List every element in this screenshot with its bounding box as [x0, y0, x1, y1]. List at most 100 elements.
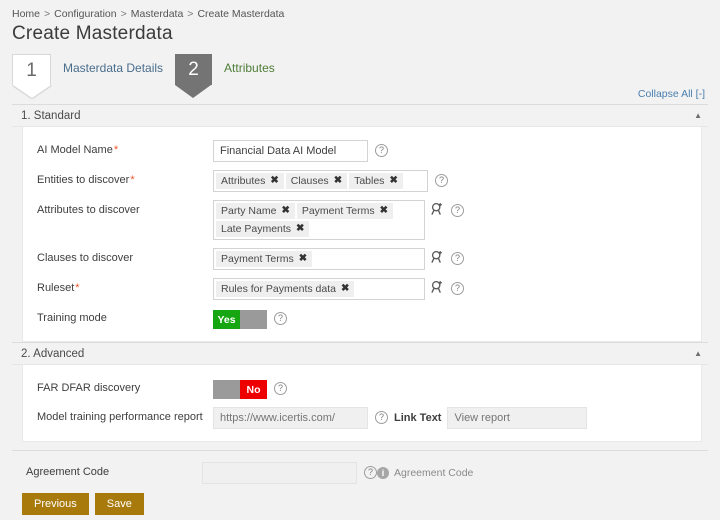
field-label-text: Entities to discover: [37, 174, 129, 186]
form-row: Clauses to discover Payment Terms ✖?: [23, 244, 701, 274]
field-label: FAR DFAR discovery: [23, 378, 213, 396]
help-icon[interactable]: ?: [274, 312, 287, 325]
field-control: Attributes ✖ Clauses ✖ Tables ✖?: [213, 170, 701, 192]
tag-input[interactable]: Party Name ✖ Payment Terms ✖ Late Payments ✖: [213, 200, 425, 240]
tag-chip: Rules for Payments data ✖: [216, 281, 354, 297]
form-row: Training mode Yes?: [23, 304, 701, 333]
section: 1. Standard▲AI Model Name*?Entities to d…: [12, 104, 708, 342]
save-button[interactable]: Save: [95, 493, 144, 515]
magnifier-plus-icon[interactable]: [431, 280, 444, 294]
form-row: Entities to discover* Attributes ✖ Clauses ✖…: [23, 166, 701, 196]
tag-input[interactable]: Rules for Payments data ✖: [213, 278, 425, 300]
tag-chip: Payment Terms ✖: [297, 203, 393, 219]
toggle-wrapper: No: [213, 378, 267, 399]
field-label-text: Training mode: [37, 312, 107, 324]
help-icon[interactable]: ?: [375, 144, 388, 157]
section-body: FAR DFAR discovery No? Model training perf…: [22, 365, 702, 442]
form-row: Ruleset* Rules for Payments data ✖?: [23, 274, 701, 304]
section-body: AI Model Name*?Entities to discover*Attr…: [22, 127, 702, 342]
section-header[interactable]: 1. Standard ▲: [12, 104, 708, 127]
field-control: Rules for Payments data ✖?: [213, 278, 701, 300]
breadcrumb-separator: >: [44, 8, 50, 20]
sections-container: 1. Standard▲AI Model Name*?Entities to d…: [12, 104, 708, 442]
required-asterisk: *: [75, 282, 79, 294]
tag-input[interactable]: Attributes ✖ Clauses ✖ Tables ✖: [213, 170, 428, 192]
field-label-text: Attributes to discover: [37, 204, 140, 216]
breadcrumb-item[interactable]: Home: [12, 8, 40, 20]
tag-remove-icon[interactable]: ✖: [380, 203, 388, 219]
magnifier-plus-icon[interactable]: [431, 250, 444, 264]
tag-remove-icon[interactable]: ✖: [299, 251, 307, 267]
field-label: AI Model Name*: [23, 140, 213, 158]
wizard-step-2[interactable]: 2Attributes: [175, 54, 287, 85]
collapse-all-row: Collapse All [-]: [12, 88, 708, 104]
tag-remove-icon[interactable]: ✖: [270, 173, 278, 189]
toggle-off-label: No: [240, 380, 267, 399]
tag-input[interactable]: Payment Terms ✖: [213, 248, 425, 270]
field-label-text: Clauses to discover: [37, 252, 133, 264]
wizard-step-1[interactable]: 1Masterdata Details: [12, 54, 175, 85]
help-icon[interactable]: ?: [451, 204, 464, 217]
tag-label: Payment Terms: [302, 203, 375, 219]
tag-remove-icon[interactable]: ✖: [281, 203, 289, 219]
field-label-text: Model training performance report: [37, 411, 203, 423]
section: 2. Advanced▲ FAR DFAR discovery No? Model t…: [12, 342, 708, 442]
toggle-switch[interactable]: No: [213, 380, 267, 399]
required-asterisk: *: [114, 144, 118, 156]
toggle-on-label: [213, 380, 240, 399]
tag-chip: Late Payments ✖: [216, 221, 309, 237]
link-text-label: Link Text: [388, 407, 447, 424]
help-icon[interactable]: ?: [274, 382, 287, 395]
tag-remove-icon[interactable]: ✖: [341, 281, 349, 297]
help-icon[interactable]: ?: [435, 174, 448, 187]
tag-chip: Attributes ✖: [216, 173, 284, 189]
agreement-code-label: Agreement Code: [12, 462, 202, 480]
field-label-text: Ruleset: [37, 282, 74, 294]
form-row: AI Model Name*?: [23, 136, 701, 166]
toggle-switch[interactable]: Yes: [213, 310, 267, 329]
collapse-caret-icon[interactable]: ▲: [694, 350, 702, 358]
help-icon[interactable]: ?: [451, 252, 464, 265]
tag-chip: Payment Terms ✖: [216, 251, 312, 267]
tag-label: Payment Terms: [221, 251, 294, 267]
wizard-step-label[interactable]: Masterdata Details: [51, 54, 175, 75]
help-icon[interactable]: ?: [364, 466, 377, 479]
wizard-step-label[interactable]: Attributes: [212, 54, 287, 75]
tag-remove-icon[interactable]: ✖: [334, 173, 342, 189]
help-icon[interactable]: ?: [451, 282, 464, 295]
collapse-caret-icon[interactable]: ▲: [694, 112, 702, 120]
button-row: Previous Save: [12, 488, 708, 515]
field-control: ?: [213, 140, 701, 162]
agreement-code-row: Agreement Code ? i Agreement Code: [12, 458, 708, 488]
breadcrumb-item[interactable]: Configuration: [54, 8, 116, 20]
tag-label: Tables: [354, 173, 384, 189]
tag-remove-icon[interactable]: ✖: [296, 221, 304, 237]
tag-label: Rules for Payments data: [221, 281, 336, 297]
tag-label: Party Name: [221, 203, 276, 219]
field-control: No?: [213, 378, 701, 399]
tag-chip: Party Name ✖: [216, 203, 295, 219]
toggle-wrapper: Yes: [213, 308, 267, 329]
breadcrumb-item[interactable]: Masterdata: [131, 8, 184, 20]
link-text-input[interactable]: [447, 407, 587, 429]
field-label-text: FAR DFAR discovery: [37, 382, 140, 394]
tag-remove-icon[interactable]: ✖: [389, 173, 397, 189]
tag-label: Attributes: [221, 173, 265, 189]
section-title: 1. Standard: [21, 110, 80, 122]
breadcrumb: Home>Configuration>Masterdata>Create Mas…: [0, 0, 720, 20]
collapse-all-link[interactable]: Collapse All [-]: [638, 88, 705, 100]
field-control: ?Link Text: [213, 407, 701, 429]
section-header[interactable]: 2. Advanced▲: [12, 342, 708, 365]
breadcrumb-separator: >: [121, 8, 127, 20]
tag-label: Late Payments: [221, 221, 291, 237]
magnifier-plus-icon[interactable]: [431, 202, 444, 216]
tag-label: Clauses: [291, 173, 329, 189]
agreement-code-info-text: Agreement Code: [394, 462, 473, 479]
agreement-code-input[interactable]: [202, 462, 357, 484]
report-url-input[interactable]: [213, 407, 368, 429]
previous-button[interactable]: Previous: [22, 493, 89, 515]
required-asterisk: *: [130, 174, 134, 186]
text-input[interactable]: [213, 140, 368, 162]
help-icon[interactable]: ?: [375, 411, 388, 424]
field-label: Ruleset*: [23, 278, 213, 296]
